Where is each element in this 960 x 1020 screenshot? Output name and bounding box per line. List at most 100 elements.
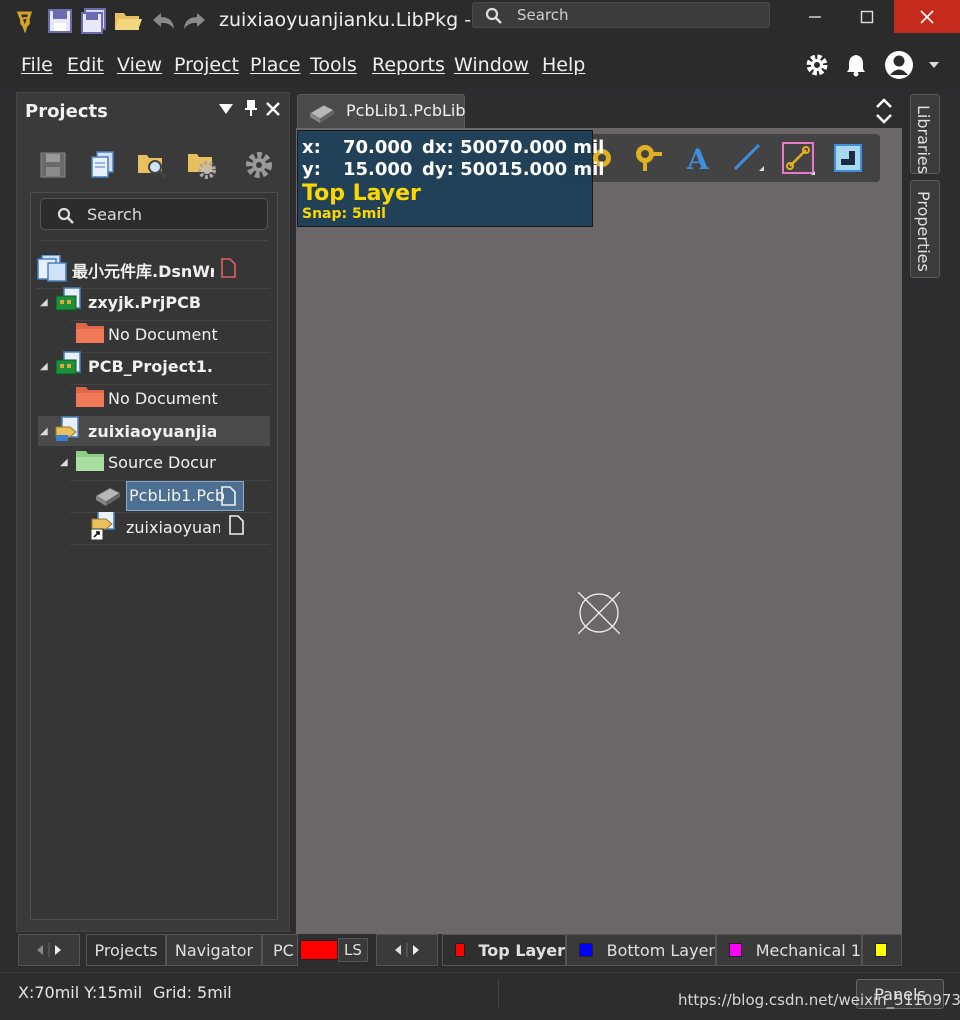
tab-navigator[interactable]: Navigator [166,934,262,966]
tree-item-libpkg-shortcut[interactable]: zuixiaoyuan [88,512,270,542]
properties-tab-label: Properties [914,191,933,272]
place-via-icon[interactable] [630,140,666,176]
layer-color-swatch [729,943,742,957]
menu-view[interactable]: View [117,54,162,76]
menu-project[interactable]: Project [174,54,239,76]
tree-item-pcblib1[interactable]: PcbLib1.Pcb [92,481,270,511]
layer-tab-top-layer[interactable]: Top Layer [442,934,566,966]
place-region-icon[interactable] [830,140,866,176]
expanded-arrow-icon[interactable]: ◢ [40,297,50,308]
tree-divider [70,544,270,545]
layer-tab-mechanical-1[interactable]: Mechanical 1 [716,934,862,966]
document-tab-label: PcbLib1.PcbLib [346,101,466,120]
close-window-button[interactable] [894,0,960,33]
folder-search-icon[interactable] [136,149,168,181]
menu-tools[interactable]: Tools [310,54,357,76]
menu-reports[interactable]: Reports [372,54,445,76]
tab-pcb[interactable]: PC [262,934,298,966]
place-string-icon[interactable]: A [680,140,716,176]
tree-item-source-documents[interactable]: ◢ Source Docum [60,447,270,477]
hud-dx: dx: 50070.000 mil [422,137,605,158]
menu-edit[interactable]: Edit [67,54,104,76]
menu-file[interactable]: File [21,54,53,76]
panel-settings-gear-icon[interactable] [243,149,275,181]
place-line-icon[interactable] [730,140,766,176]
tree-item-project-pcb-project1[interactable]: ◢ PCB_Project1.Pr [40,351,270,381]
layer-tab-bottom-layer[interactable]: Bottom Layer [566,934,716,966]
document-tabs-scroll-icon[interactable] [874,96,894,130]
tree-item-project-libpkg[interactable]: ◢ zuixiaoyuanjianl [38,416,270,446]
documents-icon[interactable] [87,149,119,181]
tab-projects[interactable]: Projects [86,934,166,966]
pcb-editor-canvas[interactable] [296,128,902,934]
settings-gear-icon[interactable] [802,50,832,80]
close-icon [920,9,934,24]
libraries-tab-label: Libraries [914,105,933,175]
title-bar: zuixiaoyuanjianku.LibPkg - ... Search [0,0,960,44]
search-divider [40,240,268,241]
tab-scroll-arrows[interactable] [18,934,80,966]
tree-label: zuixiaoyuanjianl [88,421,216,441]
place-track-icon[interactable] [780,140,816,176]
altium-logo-icon[interactable] [10,6,40,36]
modified-document-icon [220,258,236,282]
layer-set-button[interactable]: LS [338,938,368,962]
undo-icon[interactable] [148,6,178,36]
folder-settings-icon[interactable] [186,149,218,181]
user-menu-chevron-icon[interactable] [922,50,946,80]
panel-title: Projects [25,101,108,122]
folder-icon [74,319,106,349]
tree-item-project-zxyjk[interactable]: ◢ zxyjk.PrjPCB [40,287,270,317]
layer-tab-label: Top Layer [478,940,565,960]
document-icon [228,515,244,539]
redo-icon[interactable] [180,6,210,36]
global-search-placeholder: Search [517,6,569,24]
global-search-input[interactable]: Search [472,2,770,28]
expanded-arrow-icon[interactable]: ◢ [60,457,70,468]
save-project-icon[interactable] [37,149,69,181]
tab-document-pcblib1[interactable]: PcbLib1.PcbLib [297,94,466,128]
tree-label: PCB_Project1.Pr [88,356,214,376]
menu-place[interactable]: Place [250,54,301,76]
layer-tab-label: Bottom Layer [606,940,715,960]
notifications-bell-icon[interactable] [841,50,871,80]
current-layer-color-swatch[interactable] [300,940,338,960]
workspace-icon [36,255,70,285]
properties-panel-tab[interactable]: Properties [910,180,940,278]
project-search-input[interactable]: Search [40,198,268,230]
heads-up-display: x: 70.000 dx: 50070.000 mil y: 15.000 dy… [297,130,604,227]
user-avatar-icon[interactable] [884,50,914,80]
tree-item-no-document[interactable]: No Document [74,319,270,349]
menu-window[interactable]: Window [454,54,529,76]
panel-menu-chevron-icon[interactable] [219,101,233,120]
document-icon [220,486,236,510]
close-panel-icon[interactable] [265,101,281,121]
layer-tab-overflow[interactable] [862,934,902,966]
search-icon [57,207,74,224]
pin-icon[interactable] [243,99,259,121]
expanded-arrow-icon[interactable]: ◢ [40,426,50,437]
layer-scroll-arrows[interactable] [376,934,438,966]
svg-text:A: A [686,143,710,173]
tree-label: No Document [108,324,218,344]
hud-y-value: 15.000 [343,159,413,180]
tree-item-no-document[interactable]: No Document [74,383,270,413]
save-icon[interactable] [45,6,75,36]
libraries-panel-tab[interactable]: Libraries [910,94,940,174]
project-search-placeholder: Search [87,205,142,224]
folder-icon [74,383,106,413]
window-title: zuixiaoyuanjianku.LibPkg - ... [219,9,496,31]
expanded-arrow-icon[interactable]: ◢ [40,361,50,372]
open-folder-icon[interactable] [113,6,143,36]
maximize-button[interactable] [842,0,892,33]
status-bar: X:70mil Y:15mil Grid: 5mil Panels https:… [0,972,960,1020]
search-icon [485,7,502,24]
menu-help[interactable]: Help [542,54,585,76]
folder-icon [74,447,106,477]
tree-label: No Document [108,388,218,408]
tree-item-workspace[interactable]: 最小元件库.DsnWr [36,255,270,285]
layer-tab-label: Mechanical 1 [755,940,861,960]
save-all-icon[interactable] [79,6,109,36]
pcb-project-icon [54,351,86,381]
minimize-button[interactable] [790,0,840,33]
